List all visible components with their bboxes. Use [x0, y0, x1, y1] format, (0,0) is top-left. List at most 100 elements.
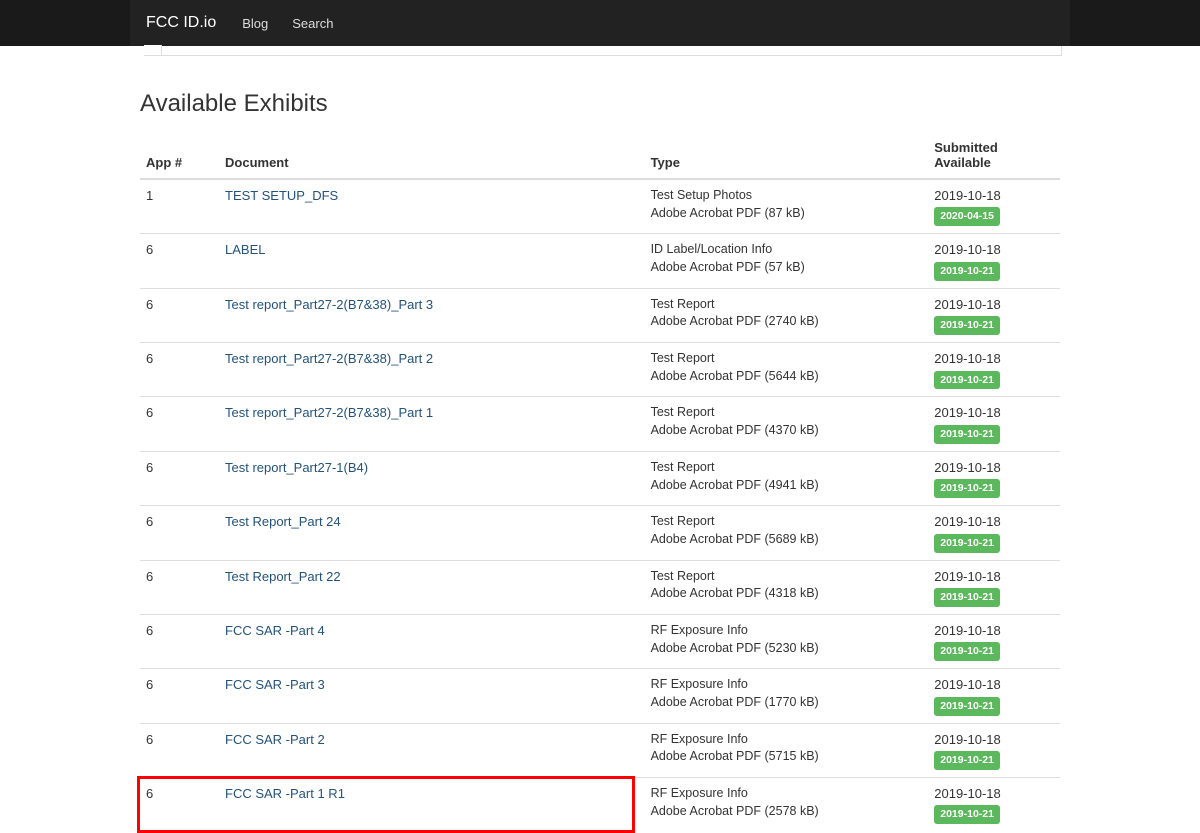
available-date-badge: 2019-10-21: [934, 371, 1000, 390]
document-link[interactable]: Test report_Part27-2(B7&38)_Part 1: [225, 405, 433, 420]
cell-type: RF Exposure InfoAdobe Acrobat PDF (1770 …: [645, 669, 929, 723]
exhibit-type: ID Label/Location Info: [651, 241, 923, 259]
submitted-date: 2019-10-18: [934, 568, 1054, 586]
table-row: 1 TEST SETUP_DFS Test Setup PhotosAdobe Ac…: [140, 179, 1060, 234]
submitted-date: 2019-10-18: [934, 241, 1054, 259]
cell-document: FCC SAR -Part 4: [219, 614, 645, 668]
brand-logo[interactable]: FCC ID.io: [146, 14, 216, 32]
cell-document: FCC SAR -Part 3: [219, 669, 645, 723]
table-row: 6 Test report_Part27-1(B4) Test ReportAdob…: [140, 451, 1060, 505]
available-date-badge: 2019-10-21: [934, 588, 1000, 607]
exhibit-format: Adobe Acrobat PDF (2578 kB): [651, 803, 923, 821]
col-header-app: App #: [140, 132, 219, 179]
cell-document: Test Report_Part 24: [219, 506, 645, 560]
table-row: 6 Test Report_Part 22 Test ReportAdobe Acr…: [140, 560, 1060, 614]
submitted-date: 2019-10-18: [934, 296, 1054, 314]
available-date-badge: 2019-10-21: [934, 425, 1000, 444]
document-link[interactable]: Test report_Part27-1(B4): [225, 460, 368, 475]
submitted-date: 2019-10-18: [934, 676, 1054, 694]
navbar: FCC ID.io Blog Search: [130, 0, 1070, 46]
exhibit-format: Adobe Acrobat PDF (87 kB): [651, 205, 923, 223]
exhibit-format: Adobe Acrobat PDF (4318 kB): [651, 585, 923, 603]
table-row: 6Test Report_Part 24Test ReportAdobe Acr…: [140, 506, 1060, 560]
cell-type: RF Exposure InfoAdobe Acrobat PDF (5230 …: [645, 614, 929, 668]
submitted-date: 2019-10-18: [934, 785, 1054, 803]
document-link[interactable]: Test Report_Part 22: [225, 569, 341, 584]
document-link[interactable]: FCC SAR -Part 1 R1: [225, 786, 345, 801]
exhibit-type: RF Exposure Info: [651, 731, 923, 749]
cell-type: Test ReportAdobe Acrobat PDF (4318 kB): [645, 560, 929, 614]
cell-dates: 2019-10-18 2019-10-21: [928, 288, 1060, 342]
table-row: 6 LABEL ID Label/Location InfoAdobe Acroba…: [140, 234, 1060, 288]
cell-dates: 2019-10-18 2019-10-21: [928, 669, 1060, 723]
cell-dates: 2019-10-18 2019-10-21: [928, 234, 1060, 288]
cell-dates: 2019-10-182019-10-21: [928, 723, 1060, 777]
navbar-outer: FCC ID.io Blog Search: [0, 0, 1200, 46]
document-link[interactable]: Test report_Part27-2(B7&38)_Part 2: [225, 351, 433, 366]
cell-app: 6: [140, 614, 219, 668]
available-date-badge: 2019-10-21: [934, 262, 1000, 281]
document-link[interactable]: TEST SETUP_DFS: [225, 188, 338, 203]
cell-app: 6: [140, 234, 219, 288]
document-link[interactable]: FCC SAR -Part 2: [225, 732, 325, 747]
table-header-row: App # Document Type Submitted Available: [140, 132, 1060, 179]
document-link[interactable]: Test report_Part27-2(B7&38)_Part 3: [225, 297, 433, 312]
page-content: Available Exhibits App # Document Type S…: [130, 46, 1070, 831]
submitted-date: 2019-10-18: [934, 404, 1054, 422]
cell-document: Test report_Part27-1(B4): [219, 451, 645, 505]
cell-app: 6: [140, 669, 219, 723]
cell-type: ID Label/Location InfoAdobe Acrobat PDF …: [645, 234, 929, 288]
section-title: Available Exhibits: [140, 90, 1060, 118]
table-row: 6FCC SAR -Part 3RF Exposure InfoAdobe Ac…: [140, 669, 1060, 723]
cell-document: Test report_Part27-2(B7&38)_Part 1: [219, 397, 645, 451]
nav-link-search[interactable]: Search: [292, 16, 333, 31]
cell-app: 6: [140, 506, 219, 560]
exhibit-format: Adobe Acrobat PDF (5230 kB): [651, 640, 923, 658]
exhibit-type: Test Setup Photos: [651, 187, 923, 205]
cell-type: Test ReportAdobe Acrobat PDF (5644 kB): [645, 343, 929, 397]
cell-app: 6: [140, 451, 219, 505]
document-link[interactable]: FCC SAR -Part 4: [225, 623, 325, 638]
table-row: 6 FCC SAR -Part 4 RF Exposure InfoAdobe Ac…: [140, 614, 1060, 668]
available-date-badge: 2019-10-21: [934, 697, 1000, 716]
cell-type: RF Exposure InfoAdobe Acrobat PDF (2578 …: [645, 777, 929, 831]
cell-dates: 2019-10-182019-10-21: [928, 614, 1060, 668]
exhibit-type: Test Report: [651, 404, 923, 422]
cell-document: FCC SAR -Part 1 R1: [219, 777, 645, 831]
submitted-date: 2019-10-18: [934, 187, 1054, 205]
document-link[interactable]: LABEL: [225, 242, 265, 257]
cell-type: Test ReportAdobe Acrobat PDF (2740 kB): [645, 288, 929, 342]
exhibit-format: Adobe Acrobat PDF (4370 kB): [651, 422, 923, 440]
cell-app: 1: [140, 179, 219, 234]
tab-frame-remnant: [144, 46, 1062, 56]
available-date-badge: 2019-10-21: [934, 316, 1000, 335]
cell-type: RF Exposure InfoAdobe Acrobat PDF (5715 …: [645, 723, 929, 777]
cell-dates: 2019-10-182019-10-21: [928, 506, 1060, 560]
exhibit-format: Adobe Acrobat PDF (4941 kB): [651, 477, 923, 495]
available-date-badge: 2019-10-21: [934, 751, 1000, 770]
cell-dates: 2019-10-18 2019-10-21: [928, 560, 1060, 614]
cell-document: Test report_Part27-2(B7&38)_Part 3: [219, 288, 645, 342]
exhibit-format: Adobe Acrobat PDF (2740 kB): [651, 313, 923, 331]
exhibit-type: Test Report: [651, 459, 923, 477]
exhibits-table: App # Document Type Submitted Available …: [140, 132, 1060, 831]
col-header-document: Document: [219, 132, 645, 179]
exhibit-format: Adobe Acrobat PDF (5689 kB): [651, 531, 923, 549]
exhibit-type: Test Report: [651, 350, 923, 368]
nav-link-blog[interactable]: Blog: [242, 16, 268, 31]
exhibit-type: Test Report: [651, 568, 923, 586]
exhibit-format: Adobe Acrobat PDF (5715 kB): [651, 748, 923, 766]
cell-document: Test report_Part27-2(B7&38)_Part 2: [219, 343, 645, 397]
cell-type: Test ReportAdobe Acrobat PDF (4941 kB): [645, 451, 929, 505]
table-row: 6FCC SAR -Part 2RF Exposure InfoAdobe Ac…: [140, 723, 1060, 777]
exhibit-type: RF Exposure Info: [651, 676, 923, 694]
cell-dates: 2019-10-182019-10-21: [928, 451, 1060, 505]
cell-app: 6: [140, 288, 219, 342]
document-link[interactable]: Test Report_Part 24: [225, 514, 341, 529]
cell-app: 6: [140, 560, 219, 614]
submitted-date: 2019-10-18: [934, 350, 1054, 368]
available-date-badge: 2019-10-21: [934, 642, 1000, 661]
cell-app: 6: [140, 343, 219, 397]
cell-type: Test ReportAdobe Acrobat PDF (4370 kB): [645, 397, 929, 451]
cell-type: Test Setup PhotosAdobe Acrobat PDF (87 k…: [645, 179, 929, 234]
